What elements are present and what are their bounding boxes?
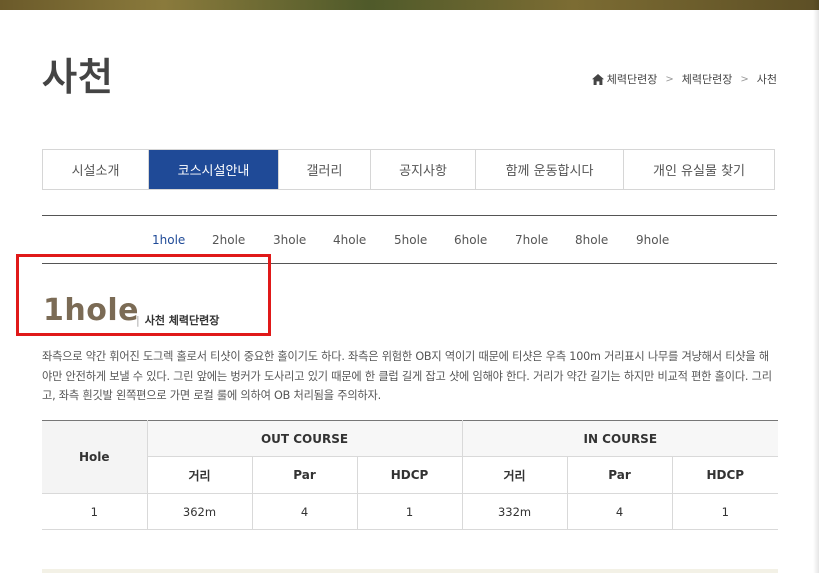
hole-tab-5[interactable]: 5hole	[394, 233, 427, 247]
tab-facility-intro[interactable]: 시설소개	[43, 150, 149, 189]
hole-title: 1hole	[43, 293, 139, 328]
breadcrumb-item-current[interactable]: 사천	[757, 71, 777, 87]
cell-in-hdcp: 1	[671, 493, 779, 530]
hole-column-header: Hole	[42, 420, 148, 494]
cell-in-distance: 332m	[461, 493, 568, 530]
hole-tab-7[interactable]: 7hole	[515, 233, 548, 247]
out-hdcp-header: HDCP	[356, 456, 463, 494]
tab-exercise-together[interactable]: 함께 운동합시다	[476, 150, 624, 189]
main-tab-bar: 시설소개 코스시설안내 갤러리 공지사항 함께 운동합시다 개인 유실물 찾기	[42, 149, 775, 190]
hole-tab-6[interactable]: 6hole	[454, 233, 487, 247]
cell-out-distance: 362m	[146, 493, 253, 530]
chevron-right-icon: >	[665, 73, 674, 85]
tab-lost-and-found[interactable]: 개인 유실물 찾기	[624, 150, 774, 189]
hole-tab-9[interactable]: 9hole	[636, 233, 669, 247]
chevron-right-icon: >	[740, 73, 749, 85]
in-hdcp-header: HDCP	[671, 456, 779, 494]
course-info-table: Hole OUT COURSE IN COURSE 거리 Par HDCP 거리…	[42, 420, 779, 530]
hole-subtitle: | 사천 체력단련장	[136, 312, 219, 328]
cell-out-hdcp: 1	[356, 493, 463, 530]
cell-hole: 1	[42, 493, 148, 530]
tab-gallery[interactable]: 갤러리	[279, 150, 371, 189]
tab-notice[interactable]: 공지사항	[371, 150, 476, 189]
home-icon[interactable]	[591, 73, 604, 85]
tab-course-info[interactable]: 코스시설안내	[149, 150, 279, 189]
out-distance-header: 거리	[147, 456, 253, 494]
divider: |	[136, 314, 140, 327]
in-distance-header: 거리	[461, 456, 568, 494]
hole-tab-8[interactable]: 8hole	[575, 233, 608, 247]
cell-in-par: 4	[566, 493, 673, 530]
hole-description: 좌측으로 약간 휘어진 도그렉 홀로서 티샷이 중요한 홀이기도 하다. 좌측은…	[42, 350, 772, 402]
out-par-header: Par	[251, 456, 358, 494]
page-title: 사천	[42, 55, 114, 99]
in-par-header: Par	[566, 456, 673, 494]
top-banner-image	[0, 0, 819, 10]
table-row: 1 362m 4 1 332m 4 1	[42, 493, 779, 530]
breadcrumb-item-facility-root[interactable]: 체력단련장	[607, 71, 658, 87]
hole-subtitle-text: 사천 체력단련장	[144, 314, 220, 327]
table-header-row: Hole OUT COURSE IN COURSE	[42, 420, 779, 494]
hole-tab-3[interactable]: 3hole	[273, 233, 306, 247]
in-course-header: IN COURSE	[461, 420, 779, 457]
cell-out-par: 4	[251, 493, 358, 530]
scrollbar-edge	[813, 0, 819, 573]
hole-tab-1[interactable]: 1hole	[152, 233, 185, 247]
out-course-header: OUT COURSE	[146, 420, 463, 457]
hole-tab-4[interactable]: 4hole	[333, 233, 366, 247]
table-subheader-row: 거리 Par HDCP 거리 Par HDCP	[42, 456, 779, 494]
breadcrumb: 체력단련장 > 체력단련장 > 사천	[591, 71, 777, 87]
breadcrumb-item-facility[interactable]: 체력단련장	[682, 71, 733, 87]
next-section-edge	[42, 569, 778, 573]
hole-tab-2[interactable]: 2hole	[212, 233, 245, 247]
